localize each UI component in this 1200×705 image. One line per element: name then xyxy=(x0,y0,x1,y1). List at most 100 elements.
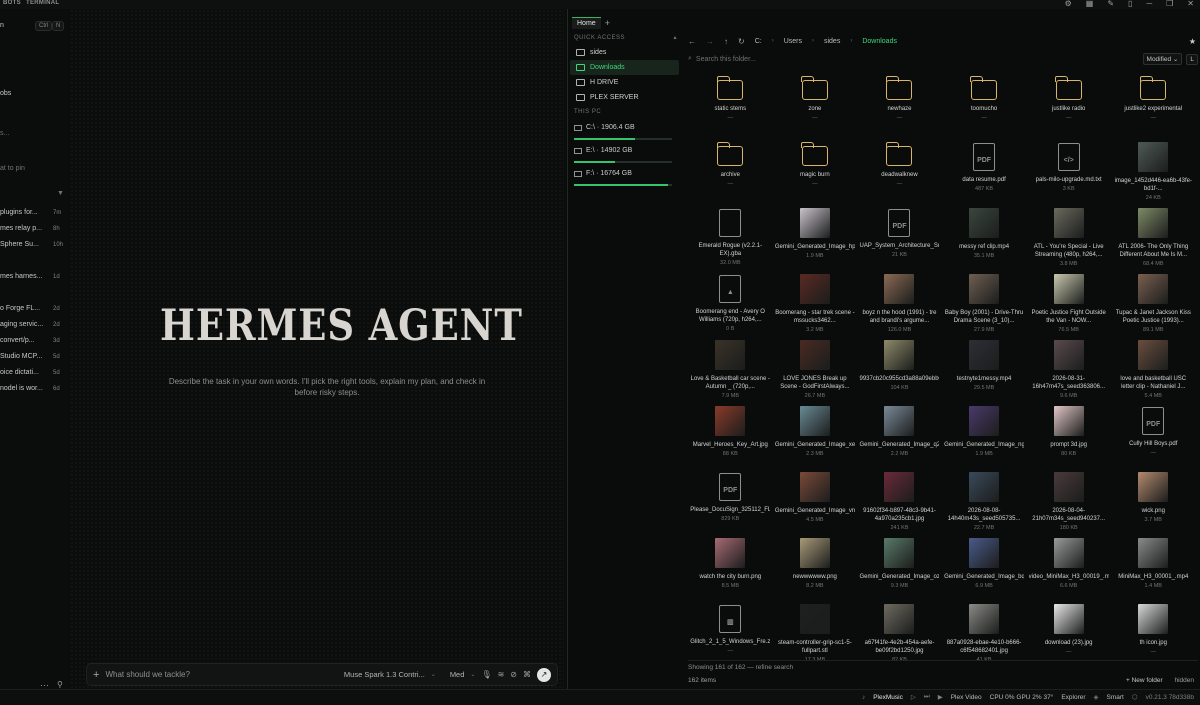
file-item[interactable]: prompt 3d.jpg 80 KB xyxy=(1026,405,1111,471)
chat-item[interactable]: convert/p... xyxy=(0,337,35,344)
skip-icon[interactable]: ⏭ xyxy=(924,693,930,701)
quick-access-downloads[interactable]: Downloads xyxy=(570,60,679,75)
file-item[interactable]: Gemini_Generated_Image_bq4sjdbq4sjdbq4s.… xyxy=(942,537,1027,603)
file-item[interactable]: 91602f34-b897-48c3-9b41-4a970a235cb1.jpg… xyxy=(857,471,942,537)
chat-item[interactable]: mes harnes... xyxy=(0,273,42,280)
waveform-icon[interactable]: ≋ xyxy=(498,670,505,679)
file-item[interactable]: </> pals-milo-upgrade.md.txt 3 KB xyxy=(1026,141,1111,207)
tab-bots[interactable]: BOTS xyxy=(3,0,21,6)
prompt-input[interactable]: What should we tackle? xyxy=(105,670,337,679)
file-item[interactable]: ▲ Boomerang end - Avery O Williams (720p,… xyxy=(688,273,773,339)
file-item[interactable]: boyz n the hood (1991) - tre and brandi'… xyxy=(857,273,942,339)
file-item[interactable]: PDF data resume.pdf 487 KB xyxy=(942,141,1027,207)
file-item[interactable]: Emerald Rogue (v2.2.1-EX).gba 32.0 MB xyxy=(688,207,773,273)
file-item[interactable]: Gemini_Generated_Image_nggc7inggc7inggc.… xyxy=(942,405,1027,471)
maximize-icon[interactable]: ❐ xyxy=(1166,0,1173,8)
wrench-icon[interactable]: ✎ xyxy=(1107,0,1114,8)
chat-item[interactable]: o Forge FL... xyxy=(0,305,40,312)
file-item[interactable]: PDF Cully Hill Boys.pdf — xyxy=(1111,405,1196,471)
tab-home[interactable]: Home xyxy=(572,17,601,29)
file-item[interactable]: Gemini_Generated_Image_ozl8gfozl8gfozl8.… xyxy=(857,537,942,603)
file-item[interactable]: justlike2 experimental — xyxy=(1111,75,1196,141)
sidebar-jobs[interactable]: obs xyxy=(0,90,11,97)
file-item[interactable]: Gemini_Generated_Image_q22jyyq22jyyq22j.… xyxy=(857,405,942,471)
mute-icon[interactable]: ⊘ xyxy=(510,670,517,679)
file-item[interactable]: toomucho — xyxy=(942,75,1027,141)
file-item[interactable]: Marvel_Heroes_Key_Art.jpg 88 KB xyxy=(688,405,773,471)
sort-select[interactable]: Modified ⌄ xyxy=(1142,53,1183,65)
quick-access-h-drive[interactable]: H DRIVE xyxy=(570,75,679,90)
quick-access-plex-server[interactable]: PLEX SERVER xyxy=(570,90,679,105)
chat-item[interactable]: plugins for... xyxy=(0,209,38,216)
chevron-down-icon[interactable]: ⌄ xyxy=(470,671,475,678)
forward-icon[interactable]: → xyxy=(706,37,714,46)
effort-selector[interactable]: Med xyxy=(450,670,465,679)
drive-f[interactable]: F:\ · 16764 GB xyxy=(574,170,679,188)
pin-icon[interactable]: ⚲ xyxy=(57,680,63,689)
chevron-down-icon[interactable]: ⌄ xyxy=(431,671,436,678)
tab-terminal[interactable]: TERMINAL xyxy=(26,0,59,6)
chevron-up-icon[interactable]: ▴ xyxy=(673,34,677,41)
minimize-icon[interactable]: ─ xyxy=(1146,0,1152,8)
sidebar-new-chat[interactable]: n xyxy=(0,22,4,29)
view-select[interactable]: L xyxy=(1186,53,1198,65)
hidden-toggle[interactable]: hidden xyxy=(1174,677,1194,684)
file-item[interactable]: LOVE JONES Break up Scene - GodFirstAlwa… xyxy=(773,339,858,405)
file-item[interactable]: watch the city burn.png 8.5 MB xyxy=(688,537,773,603)
file-item[interactable]: Love & Basketball car scene - Autumn _ (… xyxy=(688,339,773,405)
file-item[interactable]: Gemini_Generated_Image_vnnge4vnnge4vnng.… xyxy=(773,471,858,537)
chat-item[interactable]: Sphere Su... xyxy=(0,241,39,248)
sidebar-search[interactable]: s... xyxy=(0,130,9,137)
up-icon[interactable]: ↑ xyxy=(724,37,728,46)
microphone-icon[interactable]: 🎙 xyxy=(481,670,491,679)
star-icon[interactable]: ★ xyxy=(1189,37,1196,46)
file-item[interactable]: image_1452d446-ea6b-43fe-bd1f-... 24 KB xyxy=(1111,141,1196,207)
filter-icon[interactable]: ▼ xyxy=(57,190,64,197)
file-item[interactable]: 2026-08-08-14h40m43s_seed505735... 22.7 M… xyxy=(942,471,1027,537)
file-item[interactable]: Poetic Justice Fight Outside the Van - N… xyxy=(1026,273,1111,339)
smart-button[interactable]: Smart xyxy=(1107,694,1124,701)
file-item[interactable]: PDF Please_DocuSign_325112_FL_631_Cave_Ho… xyxy=(688,471,773,537)
file-item[interactable]: messy ref clip.mp4 35.1 MB xyxy=(942,207,1027,273)
tools-icon[interactable]: ⌘ xyxy=(523,670,531,679)
new-tab-icon[interactable]: + xyxy=(605,18,610,28)
file-item[interactable]: MiniMax_H3_00001_.mp4 1.4 MB xyxy=(1111,537,1196,603)
file-item[interactable]: 2026-08-04-21h07m34s_seed940237... 180 KB xyxy=(1026,471,1111,537)
chat-item[interactable]: mes relay p... xyxy=(0,225,42,232)
file-item[interactable]: wick.png 3.7 MB xyxy=(1111,471,1196,537)
play-icon[interactable]: ▷ xyxy=(911,693,916,701)
plex-video-button[interactable]: Plex Video xyxy=(951,694,982,701)
quick-access-sides[interactable]: sides xyxy=(570,45,679,60)
file-item[interactable]: archive — xyxy=(688,141,773,207)
file-item[interactable]: magic burn — xyxy=(773,141,858,207)
drive-e[interactable]: E:\ · 14902 GB xyxy=(574,147,679,165)
file-item[interactable]: newhaze — xyxy=(857,75,942,141)
explorer-button[interactable]: Explorer xyxy=(1061,694,1085,701)
file-item[interactable]: ATL 2006- The Only Thing Different About… xyxy=(1111,207,1196,273)
chat-item[interactable]: aging servic... xyxy=(0,321,43,328)
folder-search-input[interactable]: Search this folder... xyxy=(696,56,1139,63)
file-item[interactable]: Baby Boy (2001) - Drive-Thru Drama Scene… xyxy=(942,273,1027,339)
settings-icon[interactable]: ⚙ xyxy=(1065,0,1072,8)
file-item[interactable]: Gemini_Generated_Image_xevxctxevxctxevz.… xyxy=(773,405,858,471)
breadcrumb-users[interactable]: Users xyxy=(784,38,802,45)
drive-c[interactable]: C:\ · 1906.4 GB xyxy=(574,124,679,142)
plex-music-button[interactable]: PlexMusic xyxy=(873,694,903,701)
send-button[interactable]: ↗ xyxy=(537,667,551,682)
breadcrumb-downloads[interactable]: Downloads xyxy=(862,38,897,45)
file-item[interactable]: zone — xyxy=(773,75,858,141)
file-item[interactable]: love and basketball USC letter clip - Na… xyxy=(1111,339,1196,405)
back-icon[interactable]: ← xyxy=(688,37,696,46)
breadcrumb-sides[interactable]: sides xyxy=(824,38,840,45)
file-item[interactable]: ATL - You're Special - Live Streaming (4… xyxy=(1026,207,1111,273)
file-item[interactable]: 2026-08-31-16h47m47s_seed363806... 9.6 MB xyxy=(1026,339,1111,405)
file-item[interactable]: Boomerang - star trek scene - mssucks346… xyxy=(773,273,858,339)
panel-icon[interactable]: ▯ xyxy=(1128,0,1132,8)
file-item[interactable]: Tupac & Janet Jackson Kiss Poetic Justic… xyxy=(1111,273,1196,339)
breadcrumb-c[interactable]: C: xyxy=(755,38,762,45)
close-icon[interactable]: ✕ xyxy=(1187,0,1194,8)
file-item[interactable]: deadwalknew — xyxy=(857,141,942,207)
file-item[interactable]: PDF UAP_System_Architecture_Summary.pdf 21… xyxy=(857,207,942,273)
chat-item[interactable]: Studio MCP... xyxy=(0,353,42,360)
file-item[interactable]: testnyte1messy.mp4 29.5 MB xyxy=(942,339,1027,405)
